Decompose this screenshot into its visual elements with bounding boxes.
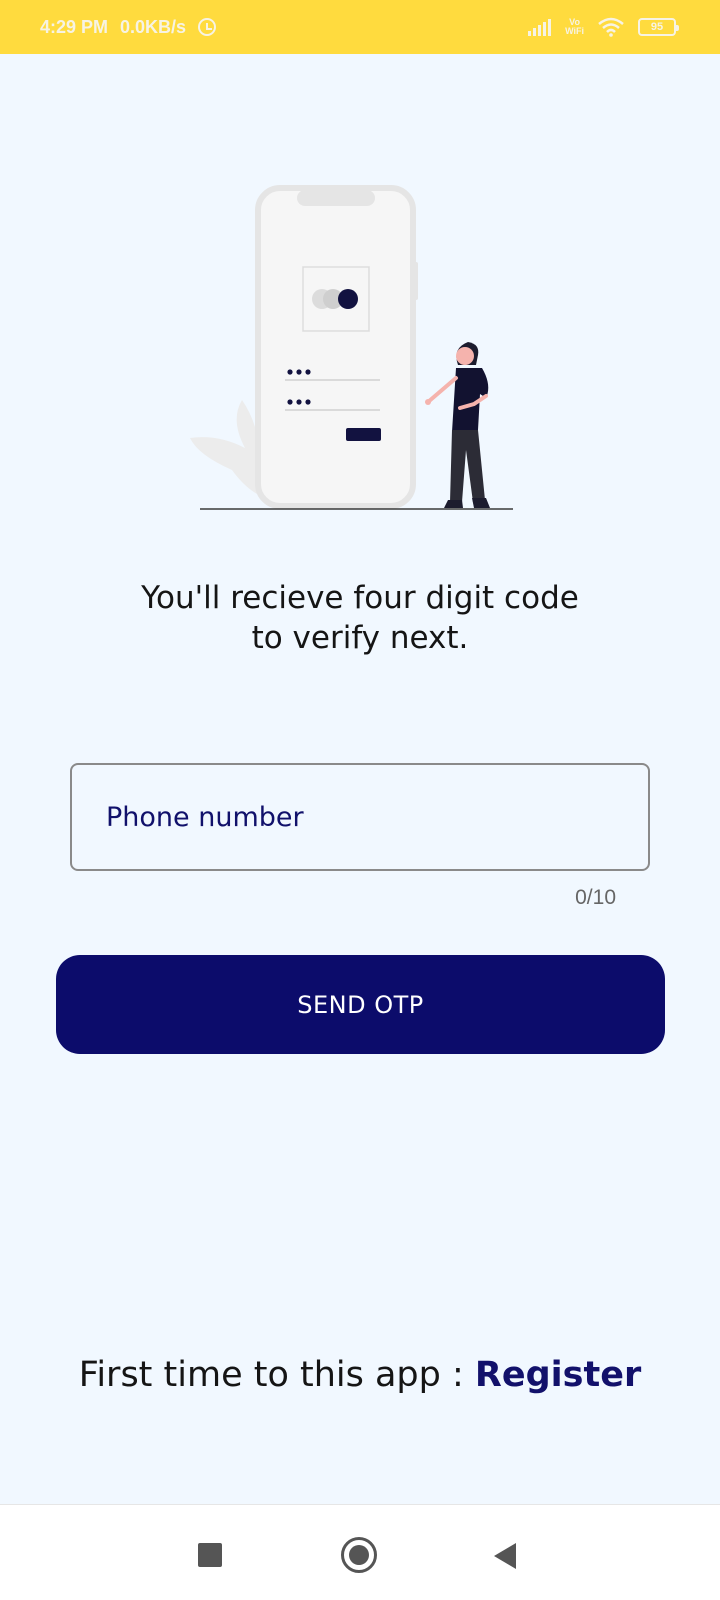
phone-notch: [297, 190, 375, 206]
password-dots-2: [287, 399, 311, 405]
circle-icon[interactable]: [341, 1537, 377, 1573]
login-illustration: [190, 185, 513, 510]
submit-rect: [346, 428, 381, 441]
register-link[interactable]: Register: [475, 1355, 641, 1395]
phone-side-button: [413, 262, 418, 300]
square-icon[interactable]: [198, 1543, 222, 1567]
signal-icon: [528, 18, 552, 36]
headline-line-2: to verify next.: [251, 620, 469, 656]
battery-icon: 95: [638, 18, 679, 36]
battery-level: 95: [650, 21, 664, 33]
headline-line-1: You'll recieve four digit code: [141, 580, 579, 616]
status-time: 4:29 PM: [40, 16, 109, 37]
password-dots-1: [287, 369, 311, 375]
status-bar: 4:29 PM 0.0KB/s Vo WiFi 95: [0, 0, 720, 54]
send-otp-button[interactable]: SEND OTP: [56, 955, 665, 1054]
person-figure: [425, 342, 490, 508]
vowifi-bottom: WiFi: [565, 26, 584, 36]
wifi-icon: [598, 17, 624, 37]
headline: You'll recieve four digit code to verify…: [60, 578, 660, 658]
status-network-speed: 0.0KB/s: [120, 16, 187, 37]
phone-number-field[interactable]: [70, 763, 650, 871]
phone-number-input[interactable]: [104, 800, 648, 834]
phone-body: [255, 185, 416, 509]
status-left: 4:29 PM 0.0KB/s: [40, 16, 217, 38]
register-prompt: First time to this app :: [78, 1355, 475, 1395]
character-counter: 0/10: [575, 886, 616, 909]
status-right: Vo WiFi 95: [528, 17, 679, 37]
navigation-bar: [0, 1504, 720, 1600]
register-row: First time to this app : Register: [0, 1355, 720, 1395]
vowifi-icon: Vo WiFi: [565, 18, 584, 36]
alarm-icon: [198, 18, 217, 36]
triangle-back-icon[interactable]: [494, 1543, 516, 1569]
